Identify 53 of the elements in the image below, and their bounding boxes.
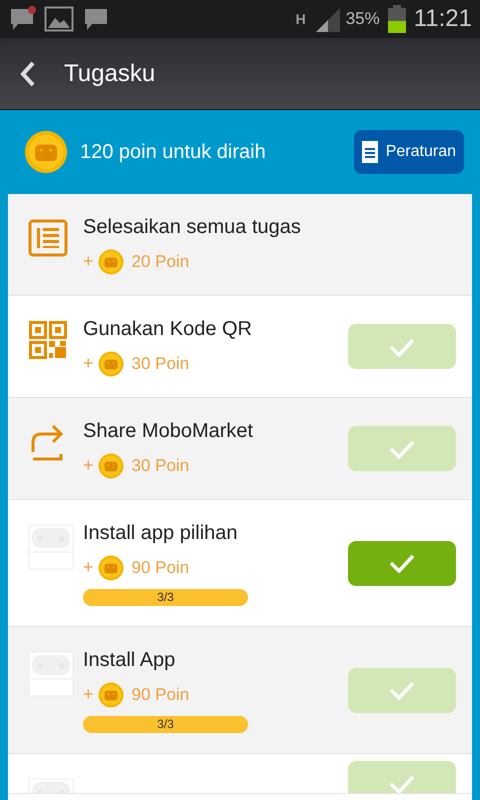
chat-bubble-icon — [8, 6, 36, 32]
points-label: 30 Poin — [132, 454, 190, 477]
battery-percent: 35% — [346, 8, 380, 30]
plus-sign: + — [83, 250, 94, 273]
network-type: H — [296, 12, 306, 26]
coin-icon — [98, 452, 124, 478]
qr-code-icon — [28, 320, 68, 360]
task-title: Install app pilihan — [83, 521, 239, 546]
document-icon — [362, 141, 378, 163]
coin-icon — [98, 248, 124, 274]
complete-button[interactable] — [348, 426, 456, 471]
image-icon — [44, 6, 74, 32]
points-label: 90 Poin — [132, 684, 190, 706]
check-icon — [389, 553, 415, 573]
task-title: Install App — [83, 648, 176, 673]
task-title: Selesaikan semua tugas — [83, 215, 302, 240]
plus-sign: + — [83, 454, 94, 477]
coin-icon — [98, 554, 124, 580]
task-row[interactable]: Install App + 90 Poin 3/3 — [8, 627, 472, 754]
check-icon — [389, 774, 415, 793]
points-summary: 120 poin untuk diraih — [80, 140, 267, 165]
progress-text: 3/3 — [156, 716, 175, 733]
complete-button[interactable] — [348, 324, 456, 369]
task-row[interactable]: Share MoboMarket + 30 Poin — [8, 398, 472, 500]
task-title: Share MoboMarket — [83, 419, 254, 444]
coin-icon — [24, 130, 68, 174]
task-row[interactable]: Selesaikan semua tugas + 20 Poin — [8, 194, 472, 296]
check-icon — [389, 438, 415, 458]
complete-button[interactable] — [348, 668, 456, 712]
complete-button[interactable] — [348, 540, 456, 586]
progress-text: 3/3 — [156, 589, 175, 606]
task-title: Gunakan Kode QR — [83, 317, 253, 342]
coin-icon — [98, 350, 124, 376]
signal-icon — [314, 6, 342, 32]
clock: 11:21 — [414, 4, 472, 34]
plus-sign: + — [83, 683, 94, 706]
rules-button[interactable]: Peraturan — [354, 130, 464, 174]
battery-icon — [388, 5, 406, 33]
complete-button[interactable] — [348, 761, 456, 793]
app-placeholder-icon — [28, 651, 74, 697]
list-icon — [28, 218, 68, 258]
plus-sign: + — [83, 352, 94, 375]
back-icon — [20, 60, 36, 86]
plus-sign: + — [83, 556, 94, 579]
points-label: 90 Poin — [132, 556, 190, 579]
check-icon — [389, 336, 415, 356]
points-label: 30 Poin — [132, 352, 190, 375]
coin-icon — [98, 682, 124, 708]
chat-bubble-icon — [82, 6, 110, 32]
check-icon — [389, 680, 415, 700]
points-label: 20 Poin — [132, 250, 190, 273]
app-placeholder-icon — [28, 524, 74, 570]
screen-title: Tugasku — [64, 58, 156, 88]
